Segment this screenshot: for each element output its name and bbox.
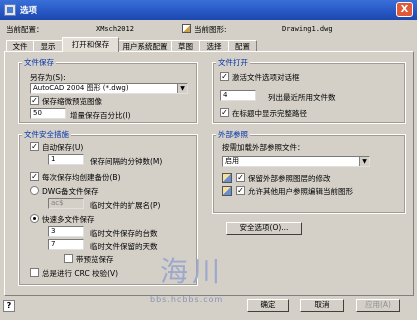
fast-backup-label: 快速多文件保存: [42, 215, 95, 224]
xref-edit-icon: [222, 186, 232, 196]
increment-input[interactable]: 50: [30, 108, 66, 119]
autosave-checkbox[interactable]: [30, 142, 39, 151]
help-icon[interactable]: ?: [3, 300, 15, 312]
temp-count-input[interactable]: 3: [48, 226, 84, 237]
ok-button[interactable]: 确定: [247, 299, 289, 312]
current-drawing-label: 当前图形:: [194, 25, 227, 34]
window-title: 选项: [20, 6, 38, 16]
file-dialog-label: 激活文件选项对话框: [232, 73, 300, 82]
demand-load-dropdown[interactable]: 启用 ▼: [222, 156, 370, 167]
save-as-dropdown[interactable]: AutoCAD 2004 图形 (*.dwg) ▼: [30, 83, 188, 94]
fast-backup-radio[interactable]: [30, 214, 39, 223]
allow-edit-label: 允许其他用户参照编辑当前图形: [248, 187, 353, 196]
app-icon: [4, 4, 16, 16]
temp-days-label: 临时文件保留的天数: [90, 242, 158, 251]
autosave-label: 自动保存(U): [42, 143, 84, 152]
save-as-value: AutoCAD 2004 图形 (*.dwg): [33, 84, 129, 92]
xref-legend: 外部参照: [216, 129, 250, 140]
title-bar[interactable]: 选项 X: [0, 0, 417, 20]
retain-changes-label: 保留外部参照图层的修改: [248, 174, 331, 183]
allow-edit-checkbox[interactable]: [236, 186, 245, 195]
keep-backup-label: 带预览保存: [76, 255, 114, 264]
chevron-down-icon: ▼: [177, 84, 187, 93]
autosave-minutes-label: 保存间隔的分钟数(M): [90, 157, 163, 166]
watermark-text: 海川: [160, 255, 225, 288]
chevron-down-icon: ▼: [359, 157, 369, 166]
file-safety-legend: 文件安全措施: [22, 129, 71, 140]
file-open-legend: 文件打开: [216, 57, 250, 68]
demand-load-label: 按需加载外部参照文件：: [222, 143, 305, 152]
fullpath-label: 在标题中显示完整路径: [232, 109, 307, 118]
dwg-backup-radio[interactable]: [30, 186, 39, 195]
tab-open-save[interactable]: 打开和保存: [62, 37, 119, 52]
xref-layer-icon: [222, 173, 232, 183]
drawing-icon: [182, 24, 191, 33]
keep-backup-checkbox[interactable]: [64, 254, 73, 263]
apply-button[interactable]: 应用(A): [356, 299, 400, 312]
temp-days-input[interactable]: 7: [48, 239, 84, 250]
increment-label: 增量保存百分比(I): [70, 111, 131, 120]
temp-ext-label: 临时文件的扩展名(P): [90, 201, 161, 210]
thumbnail-checkbox[interactable]: [30, 96, 39, 105]
file-save-legend: 文件保存: [22, 57, 56, 68]
crc-label: 总是进行 CRC 校验(V): [42, 269, 119, 278]
temp-ext-input[interactable]: ac$: [48, 198, 84, 209]
current-profile-label: 当前配置：: [6, 25, 44, 34]
autosave-minutes-input[interactable]: 1: [48, 154, 84, 165]
retain-changes-checkbox[interactable]: [236, 173, 245, 182]
thumbnail-label: 保存缩微预览图像: [42, 97, 102, 106]
dwg-backup-label: DWG备文件保存: [42, 187, 99, 196]
save-as-label: 另存为(S):: [30, 73, 66, 82]
crc-checkbox[interactable]: [30, 268, 39, 277]
demand-load-value: 启用: [225, 157, 239, 165]
recent-files-label: 列出最近所用文件数: [268, 93, 336, 102]
close-button[interactable]: X: [396, 2, 413, 17]
temp-count-label: 临时文件保存的台数: [90, 229, 158, 238]
backup-checkbox[interactable]: [30, 172, 39, 181]
watermark-url: bbs.hcbbs.com: [150, 295, 224, 304]
current-drawing-value: Drawing1.dwg: [282, 25, 333, 33]
file-dialog-checkbox[interactable]: [220, 72, 229, 81]
security-options-button[interactable]: 安全选项(O)...: [226, 222, 302, 235]
recent-files-input[interactable]: 4: [220, 90, 256, 101]
backup-label: 每次保存均创建备份(B): [42, 173, 121, 182]
fullpath-checkbox[interactable]: [220, 108, 229, 117]
cancel-button[interactable]: 取消: [300, 299, 344, 312]
current-profile-value: XMsch2012: [96, 25, 134, 33]
